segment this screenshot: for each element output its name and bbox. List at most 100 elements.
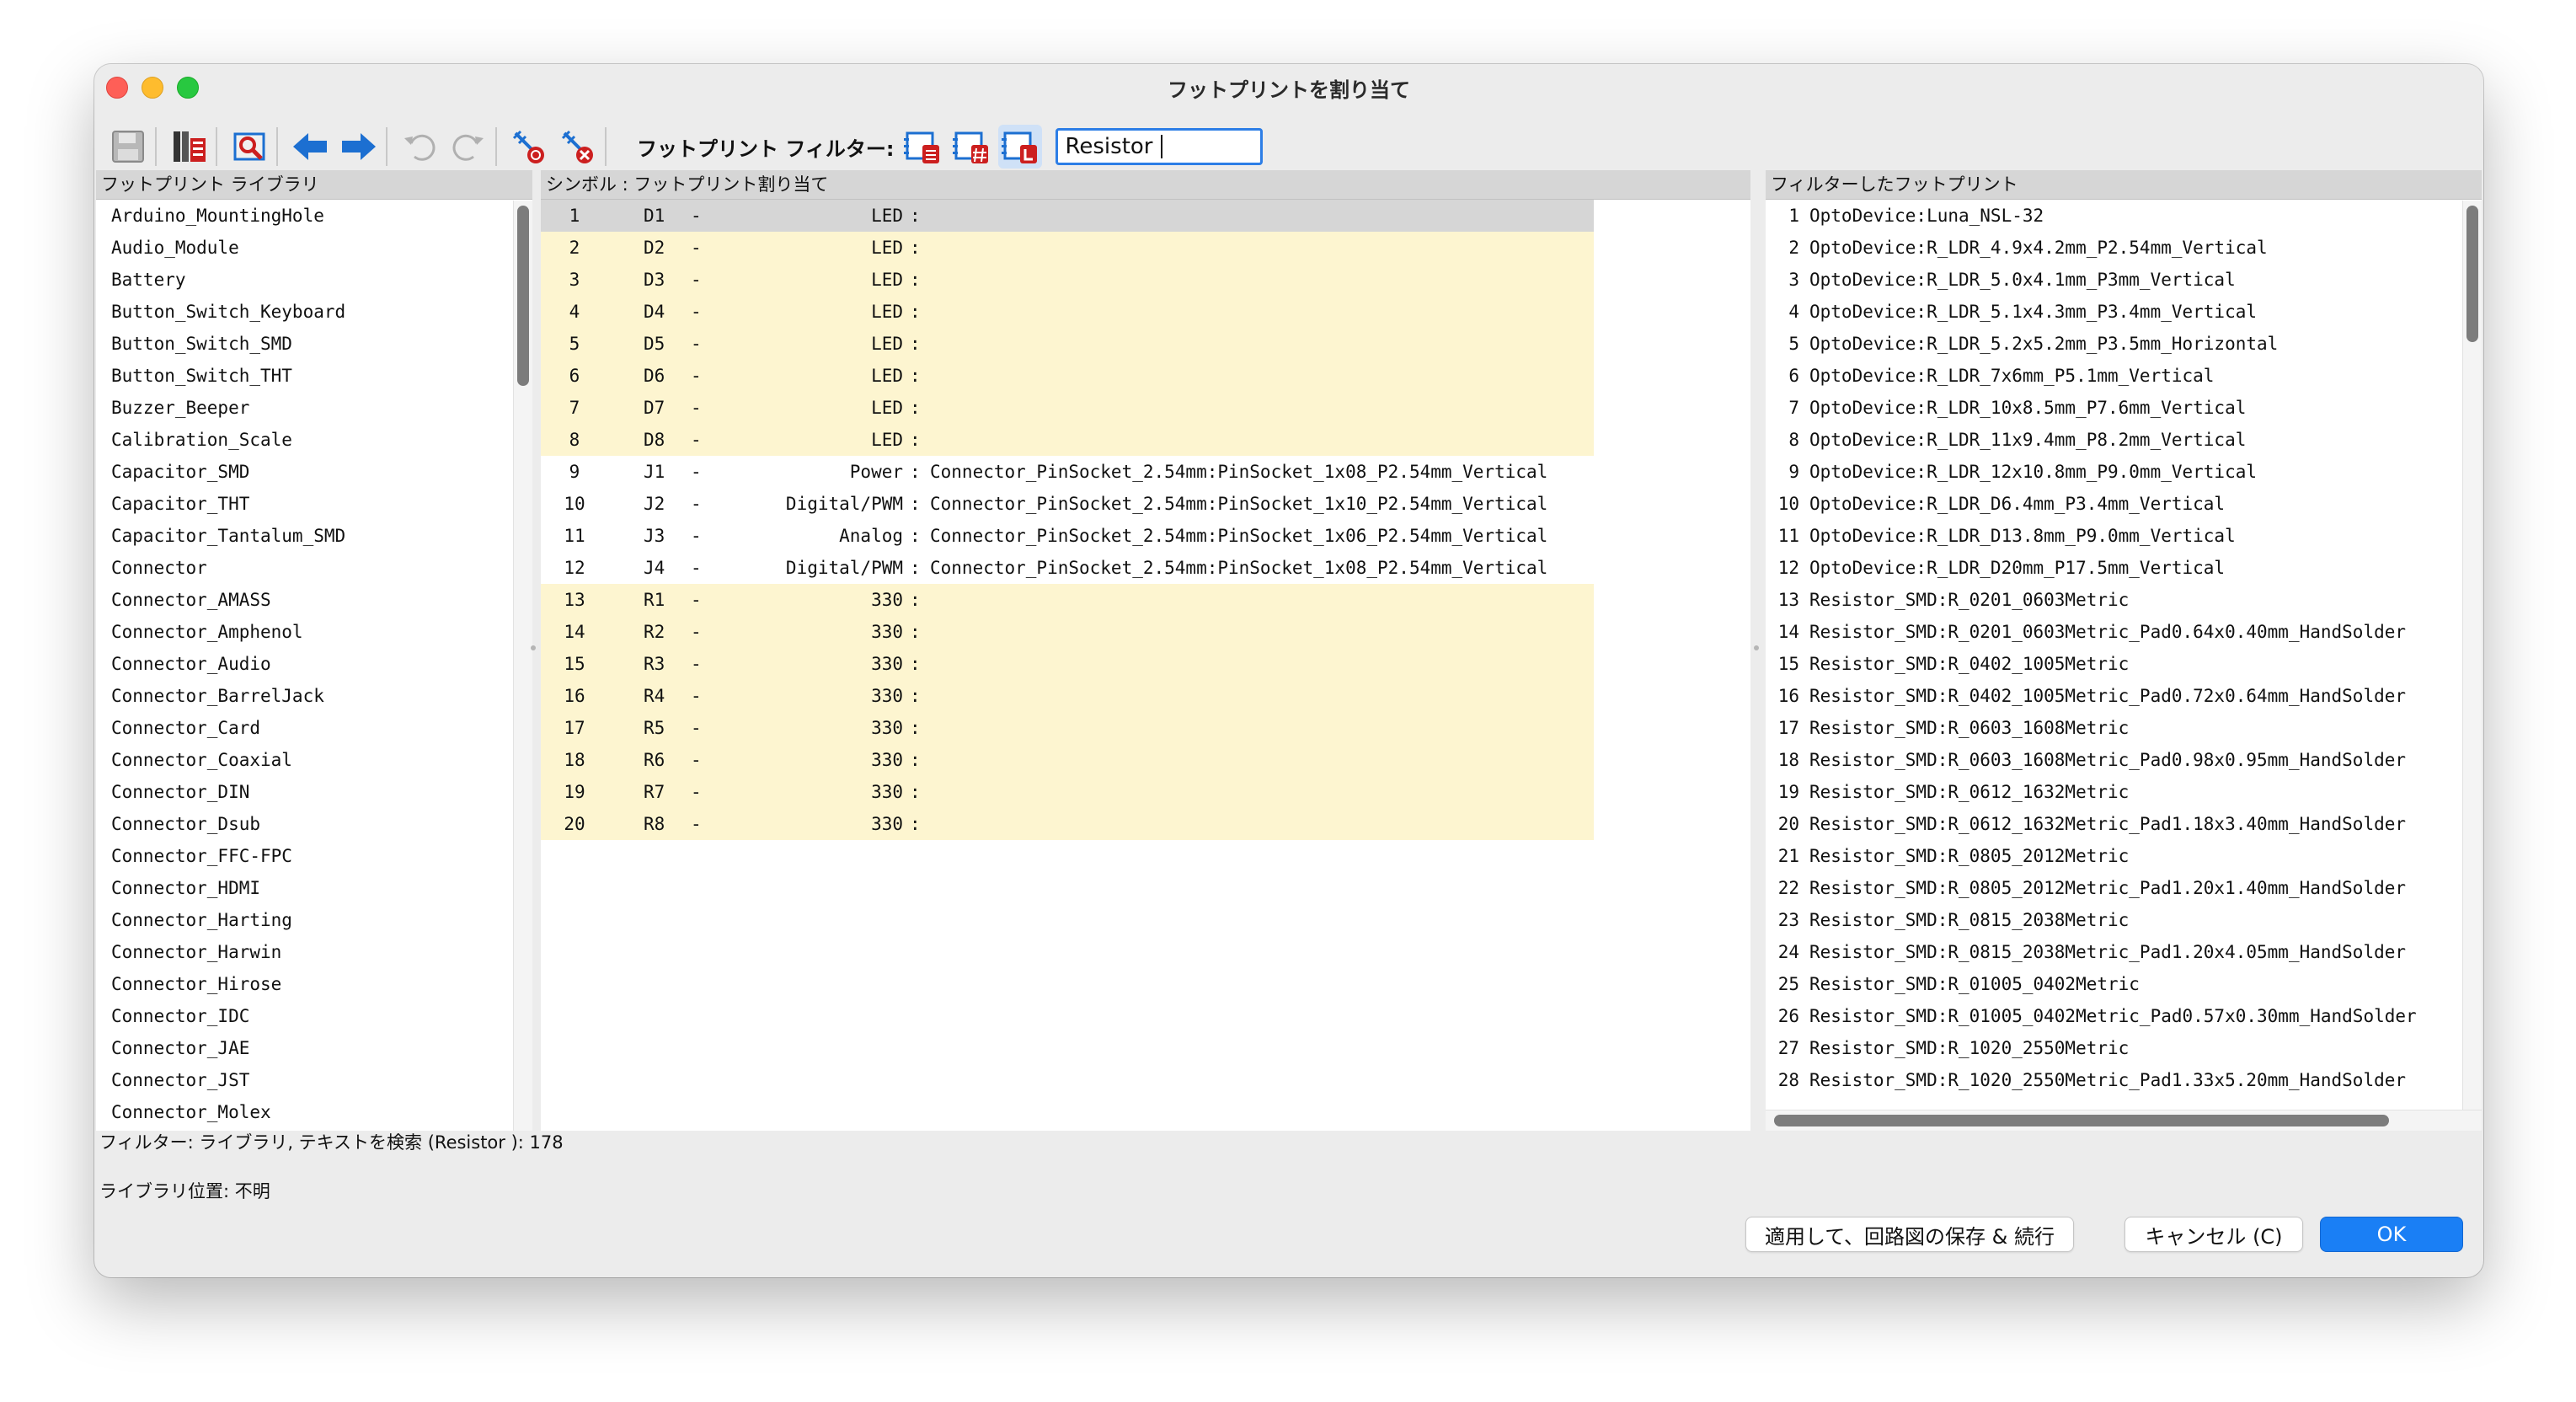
library-list-item[interactable]: Connector_JAE: [96, 1032, 532, 1064]
footprint-list-item[interactable]: 1 OptoDevice:Luna_NSL-32: [1766, 200, 2482, 232]
library-list-item[interactable]: Connector_BarrelJack: [96, 680, 532, 712]
footprint-list-item[interactable]: 3 OptoDevice:R_LDR_5.0x4.1mm_P3mm_Vertica…: [1766, 264, 2482, 296]
library-list-item[interactable]: Battery: [96, 264, 532, 296]
footprint-list-item[interactable]: 22 Resistor_SMD:R_0805_2012Metric_Pad1.20…: [1766, 872, 2482, 904]
footprint-horizontal-scroll-track[interactable]: [1766, 1110, 2482, 1131]
footprint-list-item[interactable]: 9 OptoDevice:R_LDR_12x10.8mm_P9.0mm_Verti…: [1766, 456, 2482, 488]
footprint-list-item[interactable]: 26 Resistor_SMD:R_01005_0402Metric_Pad0.5…: [1766, 1000, 2482, 1032]
symbol-row[interactable]: 4 D4- LED:: [541, 296, 1750, 328]
splitter-handle[interactable]: [1754, 645, 1759, 650]
symbol-row[interactable]: 3 D3- LED:: [541, 264, 1750, 296]
library-list-item[interactable]: Capacitor_SMD: [96, 456, 532, 488]
zoom-window-button[interactable]: [177, 77, 199, 99]
symbol-row[interactable]: 2 D2- LED:: [541, 232, 1750, 264]
footprint-list-item[interactable]: 8 OptoDevice:R_LDR_11x9.4mm_P8.2mm_Vertic…: [1766, 424, 2482, 456]
footprint-viewer-button[interactable]: [227, 125, 271, 169]
footprint-list-item[interactable]: 4 OptoDevice:R_LDR_5.1x4.3mm_P3.4mm_Verti…: [1766, 296, 2482, 328]
footprint-list-item[interactable]: 15 Resistor_SMD:R_0402_1005Metric: [1766, 648, 2482, 680]
library-list-item[interactable]: Connector_Harwin: [96, 936, 532, 968]
footprint-list-item[interactable]: 11 OptoDevice:R_LDR_D13.8mm_P9.0mm_Vertic…: [1766, 520, 2482, 552]
filter-by-library-toggle[interactable]: [998, 125, 1043, 169]
footprint-list-item[interactable]: 28 Resistor_SMD:R_1020_2550Metric_Pad1.33…: [1766, 1064, 2482, 1096]
symbol-row[interactable]: 10 J2- Digital/PWM: Connector_PinSocket_2.5…: [541, 488, 1750, 520]
filter-by-pin-count-toggle[interactable]: [949, 125, 993, 169]
library-list-item[interactable]: Connector_Molex: [96, 1096, 532, 1128]
library-list-item[interactable]: Connector: [96, 552, 532, 584]
next-symbol-button[interactable]: [337, 125, 381, 169]
library-list-item[interactable]: Button_Switch_SMD: [96, 328, 532, 360]
footprint-list-item[interactable]: 6 OptoDevice:R_LDR_7x6mm_P5.1mm_Vertical: [1766, 360, 2482, 392]
footprint-list-item[interactable]: 14 Resistor_SMD:R_0201_0603Metric_Pad0.64…: [1766, 616, 2482, 648]
library-browser-button[interactable]: [167, 125, 211, 169]
footprint-list-item[interactable]: 23 Resistor_SMD:R_0815_2038Metric: [1766, 904, 2482, 936]
symbol-row[interactable]: 5 D5- LED:: [541, 328, 1750, 360]
symbol-row[interactable]: 8 D8- LED:: [541, 424, 1750, 456]
library-list-item[interactable]: Connector_Hirose: [96, 968, 532, 1000]
library-list-item[interactable]: Connector_AMASS: [96, 584, 532, 616]
close-window-button[interactable]: [106, 77, 128, 99]
previous-symbol-button[interactable]: [288, 125, 332, 169]
library-list-item[interactable]: Connector_JST: [96, 1064, 532, 1096]
footprint-scroll-track[interactable]: [2462, 201, 2482, 1110]
footprint-filter-search-input[interactable]: Resistor: [1056, 128, 1264, 165]
footprint-list-item[interactable]: 21 Resistor_SMD:R_0805_2012Metric: [1766, 840, 2482, 872]
footprint-vertical-scrollbar[interactable]: [2466, 206, 2478, 342]
symbol-row[interactable]: 1 D1- LED:: [541, 200, 1750, 232]
symbol-row[interactable]: 20 R8-330:: [541, 808, 1750, 840]
library-list-item[interactable]: Button_Switch_Keyboard: [96, 296, 532, 328]
library-list-item[interactable]: Connector_Dsub: [96, 808, 532, 840]
footprint-list-item[interactable]: 24 Resistor_SMD:R_0815_2038Metric_Pad1.20…: [1766, 936, 2482, 968]
footprint-list-item[interactable]: 19 Resistor_SMD:R_0612_1632Metric: [1766, 776, 2482, 808]
library-list-item[interactable]: Connector_IDC: [96, 1000, 532, 1032]
library-list-item[interactable]: Audio_Module: [96, 232, 532, 264]
footprint-list-item[interactable]: 13 Resistor_SMD:R_0201_0603Metric: [1766, 584, 2482, 616]
library-scroll-track[interactable]: [513, 201, 532, 1131]
ok-button[interactable]: OK: [2320, 1217, 2463, 1252]
symbol-row[interactable]: 7 D7- LED:: [541, 392, 1750, 424]
library-list-item[interactable]: Connector_DIN: [96, 776, 532, 808]
library-list-item[interactable]: Capacitor_Tantalum_SMD: [96, 520, 532, 552]
splitter-handle[interactable]: [531, 645, 536, 650]
footprint-list-item[interactable]: 27 Resistor_SMD:R_1020_2550Metric: [1766, 1032, 2482, 1064]
minimize-window-button[interactable]: [142, 77, 163, 99]
footprint-list-item[interactable]: 25 Resistor_SMD:R_01005_0402Metric: [1766, 968, 2482, 1000]
symbol-row[interactable]: 16 R4-330:: [541, 680, 1750, 712]
footprint-list-item[interactable]: 2 OptoDevice:R_LDR_4.9x4.2mm_P2.54mm_Vert…: [1766, 232, 2482, 264]
symbol-row[interactable]: 9 J1- Power: Connector_PinSocket_2.54mm:Pin…: [541, 456, 1750, 488]
footprint-list-item[interactable]: 10 OptoDevice:R_LDR_D6.4mm_P3.4mm_Vertica…: [1766, 488, 2482, 520]
apply-save-continue-button[interactable]: 適用して、回路図の保存 & 続行: [1745, 1217, 2074, 1252]
symbol-row[interactable]: 17 R5-330:: [541, 712, 1750, 744]
library-list-item[interactable]: Connector_Amphenol: [96, 616, 532, 648]
footprint-list-item[interactable]: 18 Resistor_SMD:R_0603_1608Metric_Pad0.98…: [1766, 744, 2482, 776]
cancel-button[interactable]: キャンセル (C): [2124, 1217, 2303, 1252]
library-list-item[interactable]: Button_Switch_THT: [96, 360, 532, 392]
undo-button[interactable]: [398, 125, 441, 169]
library-list-item[interactable]: Arduino_MountingHole: [96, 200, 532, 232]
library-list-item[interactable]: Connector_Card: [96, 712, 532, 744]
save-button[interactable]: [106, 125, 150, 169]
library-list-item[interactable]: Buzzer_Beeper: [96, 392, 532, 424]
symbol-row[interactable]: 15 R3-330:: [541, 648, 1750, 680]
auto-associate-button[interactable]: [507, 125, 551, 169]
library-list-item[interactable]: Connector_Harting: [96, 904, 532, 936]
symbol-row[interactable]: 14 R2-330:: [541, 616, 1750, 648]
library-list-item[interactable]: Connector_HDMI: [96, 872, 532, 904]
symbol-row[interactable]: 6 D6- LED:: [541, 360, 1750, 392]
footprint-list-item[interactable]: 16 Resistor_SMD:R_0402_1005Metric_Pad0.72…: [1766, 680, 2482, 712]
library-list-item[interactable]: Connector_Coaxial: [96, 744, 532, 776]
footprint-list-item[interactable]: 17 Resistor_SMD:R_0603_1608Metric: [1766, 712, 2482, 744]
redo-button[interactable]: [446, 125, 490, 169]
footprint-list-item[interactable]: 7 OptoDevice:R_LDR_10x8.5mm_P7.6mm_Vertic…: [1766, 392, 2482, 424]
library-list-item[interactable]: Calibration_Scale: [96, 424, 532, 456]
symbol-row[interactable]: 11 J3- Analog: Connector_PinSocket_2.54mm:P…: [541, 520, 1750, 552]
library-list-item[interactable]: Connector_FFC-FPC: [96, 840, 532, 872]
filter-by-keywords-toggle[interactable]: [901, 125, 944, 169]
delete-associations-button[interactable]: [556, 125, 600, 169]
footprint-list-item[interactable]: 20 Resistor_SMD:R_0612_1632Metric_Pad1.18…: [1766, 808, 2482, 840]
footprint-list-item[interactable]: 12 OptoDevice:R_LDR_D20mm_P17.5mm_Vertica…: [1766, 552, 2482, 584]
footprint-list-item[interactable]: 5 OptoDevice:R_LDR_5.2x5.2mm_P3.5mm_Horiz…: [1766, 328, 2482, 360]
library-scrollbar[interactable]: [517, 206, 529, 386]
symbol-row[interactable]: 12 J4- Digital/PWM: Connector_PinSocket_2.5…: [541, 552, 1750, 584]
symbol-row[interactable]: 13 R1-330:: [541, 584, 1750, 616]
symbol-row[interactable]: 18 R6-330:: [541, 744, 1750, 776]
